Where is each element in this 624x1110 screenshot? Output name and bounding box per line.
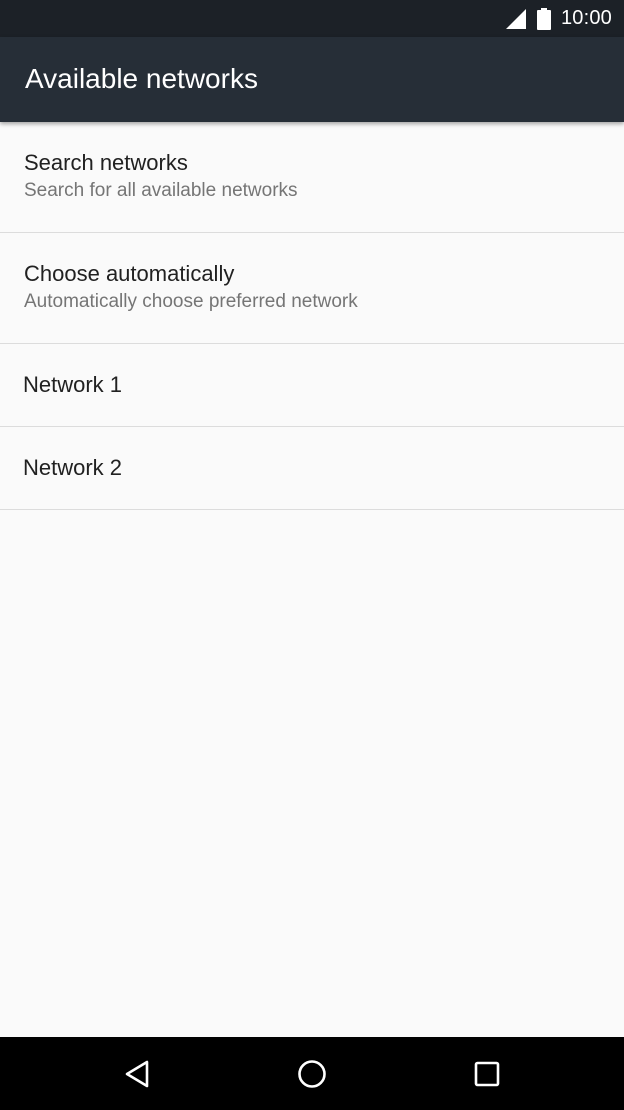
app-bar: Available networks [0,37,624,122]
page-title: Available networks [25,63,258,94]
network-2-title: Network 2 [23,455,123,480]
network-1-title: Network 1 [23,372,123,397]
search-networks-item[interactable]: Search networks Search for all available… [0,122,624,233]
home-icon [297,1059,327,1089]
status-bar: 10:00 [0,0,624,37]
back-button[interactable] [93,1037,183,1110]
recents-icon [473,1060,501,1088]
battery-icon [536,7,551,30]
status-time: 10:00 [560,7,612,29]
navigation-bar [0,1037,624,1110]
choose-automatically-item[interactable]: Choose automatically Automatically choos… [0,233,624,344]
search-networks-summary: Search for all available networks [24,180,298,201]
preference-list: Search networks Search for all available… [0,122,624,1037]
search-networks-title: Search networks [24,150,188,175]
network-1-item[interactable]: Network 1 [0,344,624,427]
status-icons: 10:00 [505,0,612,37]
choose-automatically-summary: Automatically choose preferred network [24,291,358,312]
back-icon [123,1059,153,1089]
home-button[interactable] [267,1037,357,1110]
recents-button[interactable] [442,1037,532,1110]
choose-automatically-title: Choose automatically [24,261,235,286]
network-2-item[interactable]: Network 2 [0,427,624,510]
signal-icon [505,8,527,30]
